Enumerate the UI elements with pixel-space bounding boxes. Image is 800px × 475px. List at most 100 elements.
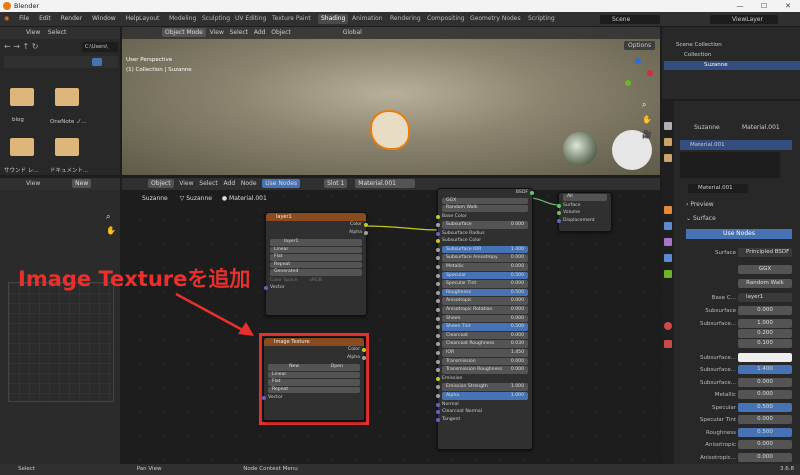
output-color[interactable]: Color	[266, 221, 368, 229]
particles-tab-icon[interactable]	[664, 238, 672, 246]
viewport-add-menu[interactable]: Add	[254, 29, 266, 36]
preview-section[interactable]: › Preview	[686, 201, 714, 208]
layer1-texture-node[interactable]: layer1 Color Alpha layer1 Linear Flat Re…	[264, 212, 368, 316]
output-tab-icon[interactable]	[664, 154, 672, 162]
projection-dropdown[interactable]: Flat	[268, 379, 360, 386]
image-new-open-row[interactable]: New Open	[268, 364, 360, 371]
bsdf-input-row[interactable]: Specular 0.500	[436, 271, 528, 280]
viewport-view-menu[interactable]: View	[210, 29, 224, 36]
bsdf-input-row[interactable]: Normal	[436, 401, 532, 409]
tab-uv-editing[interactable]: UV Editing	[232, 14, 269, 24]
material-property-row[interactable]: Subsurface...	[680, 352, 792, 363]
bsdf-input-row[interactable]: Subsurface Color	[436, 237, 532, 245]
tab-geometry-nodes[interactable]: Geometry Nodes	[467, 14, 524, 24]
input-vector[interactable]: Vector	[262, 394, 364, 402]
blender-menu-icon[interactable]: ◉	[0, 12, 13, 26]
tab-texture-paint[interactable]: Texture Paint	[269, 14, 314, 24]
close-button[interactable]: ✕	[776, 0, 800, 12]
folder-icon[interactable]	[55, 88, 79, 106]
menu-render[interactable]: Render	[57, 12, 86, 26]
folder-icon[interactable]	[10, 138, 34, 156]
transform-orientation[interactable]: Global	[343, 29, 362, 36]
path-field[interactable]: C:\Users\	[82, 42, 118, 52]
maximize-button[interactable]: ☐	[752, 0, 776, 12]
bsdf-input-row[interactable]: Subsurface 0.000	[436, 221, 528, 229]
surface-shader-row[interactable]: Surface Principled BSDF	[680, 248, 792, 258]
menu-file[interactable]: File	[15, 12, 33, 26]
bsdf-input-row[interactable]: IOR 1.450	[436, 349, 528, 357]
material-property-row[interactable]: Anisotropic 0.000	[680, 440, 792, 450]
subsurface-method-dropdown[interactable]: Random Walk	[442, 205, 528, 212]
folder-icon[interactable]	[10, 88, 34, 106]
viewport-options[interactable]: Options	[624, 41, 656, 50]
material-tab-icon[interactable]	[664, 322, 672, 330]
menu-window[interactable]: Window	[88, 12, 120, 26]
extension-dropdown[interactable]: Repeat	[270, 261, 362, 268]
scene-selector[interactable]: Scene	[600, 15, 660, 24]
distribution-row[interactable]: GGX	[680, 265, 792, 275]
file-view-menu[interactable]: View	[26, 29, 40, 36]
interpolation-dropdown[interactable]: Linear	[270, 246, 362, 253]
bsdf-input-row[interactable]: Specular Tint 0.000	[436, 280, 528, 288]
principled-bsdf-node[interactable]: BSDF GGX Random Walk Base Color Subsurfac…	[436, 188, 534, 450]
tab-compositing[interactable]: Compositing	[424, 14, 468, 24]
output-alpha[interactable]: Alpha	[264, 354, 366, 362]
bsdf-input-row[interactable]: Anisotropic Rotation 0.000	[436, 306, 528, 314]
material-property-row[interactable]: Subsurface... 1.000	[680, 318, 792, 329]
surface-section[interactable]: ⌄ Surface	[686, 215, 716, 222]
bsdf-input-row[interactable]: Roughness 0.500	[436, 288, 528, 297]
base-color-row[interactable]: Base C... layer1	[680, 293, 792, 303]
use-nodes-button[interactable]: Use Nodes	[686, 229, 792, 239]
tab-sculpting[interactable]: Sculpting	[199, 14, 233, 24]
material-property-row[interactable]: Subsurface 0.000	[680, 306, 792, 316]
source-dropdown[interactable]: Generated	[270, 269, 362, 276]
tab-modeling[interactable]: Modeling	[166, 14, 199, 24]
viewport-object-menu[interactable]: Object	[271, 29, 291, 36]
folder-icon[interactable]	[55, 138, 79, 156]
bsdf-input-row[interactable]: Sheen Tint 0.500	[436, 323, 528, 331]
render-tab-icon[interactable]	[664, 138, 672, 146]
tab-layout[interactable]: Layout	[136, 14, 162, 24]
image-selector[interactable]: layer1	[270, 239, 362, 246]
bsdf-input-row[interactable]: Subsurface IOR 1.400	[436, 245, 528, 254]
bsdf-input-row[interactable]: Transmission 0.000	[436, 357, 528, 366]
input-surface[interactable]: Surface	[557, 202, 611, 210]
projection-dropdown[interactable]: Flat	[270, 254, 362, 261]
output-target-dropdown[interactable]: All	[563, 194, 607, 201]
zoom-icon[interactable]: ⌕	[106, 212, 110, 222]
collection-row[interactable]: Collection	[684, 52, 796, 58]
data-tab-icon[interactable]	[664, 270, 672, 278]
menu-edit[interactable]: Edit	[35, 12, 55, 26]
modifier-tab-icon[interactable]	[664, 222, 672, 230]
interpolation-dropdown[interactable]: Linear	[268, 371, 360, 378]
subsurface-method-row[interactable]: Random Walk	[680, 279, 792, 289]
distribution-dropdown[interactable]: GGX	[442, 197, 528, 204]
bsdf-input-row[interactable]: Subsurface Anisotropy 0.000	[436, 254, 528, 263]
material-property-row[interactable]: 0.200	[680, 328, 792, 339]
material-property-row[interactable]: Roughness 0.500	[680, 427, 792, 438]
material-property-row[interactable]: Metallic 0.000	[680, 390, 792, 400]
bsdf-input-row[interactable]: Clearcoat Normal	[436, 408, 532, 416]
navigation-gizmo[interactable]	[620, 58, 654, 92]
output-bsdf[interactable]: BSDF	[438, 189, 534, 197]
tab-shading[interactable]: Shading	[318, 14, 349, 24]
bsdf-input-row[interactable]: Subsurface Radius	[436, 230, 532, 238]
input-displacement[interactable]: Displacement	[557, 217, 611, 225]
input-vector[interactable]: Vector	[264, 284, 366, 292]
bsdf-input-row[interactable]: Clearcoat Roughness 0.030	[436, 340, 528, 348]
image-texture-node[interactable]: Image Texture Color Alpha New Open Linea…	[262, 337, 366, 421]
tab-rendering[interactable]: Rendering	[387, 14, 424, 24]
new-image-button[interactable]: New	[289, 364, 299, 369]
bsdf-input-row[interactable]: Emission Strength 1.000	[436, 383, 528, 391]
material-name-field[interactable]: Material.001	[688, 184, 748, 193]
pan-view-icon[interactable]: ✋	[642, 115, 652, 124]
bsdf-input-row[interactable]: Tangent	[436, 416, 532, 424]
object-tab-icon[interactable]	[664, 206, 672, 214]
tab-animation[interactable]: Animation	[349, 14, 386, 24]
material-property-row[interactable]: Subsurface... 0.000	[680, 377, 792, 388]
output-alpha[interactable]: Alpha	[266, 229, 368, 237]
bsdf-input-row[interactable]: Sheen 0.000	[436, 314, 528, 323]
outliner-selected-row[interactable]	[664, 61, 800, 70]
bsdf-input-row[interactable]: Metallic 0.000	[436, 263, 528, 271]
texture-tab-icon[interactable]	[664, 340, 672, 348]
